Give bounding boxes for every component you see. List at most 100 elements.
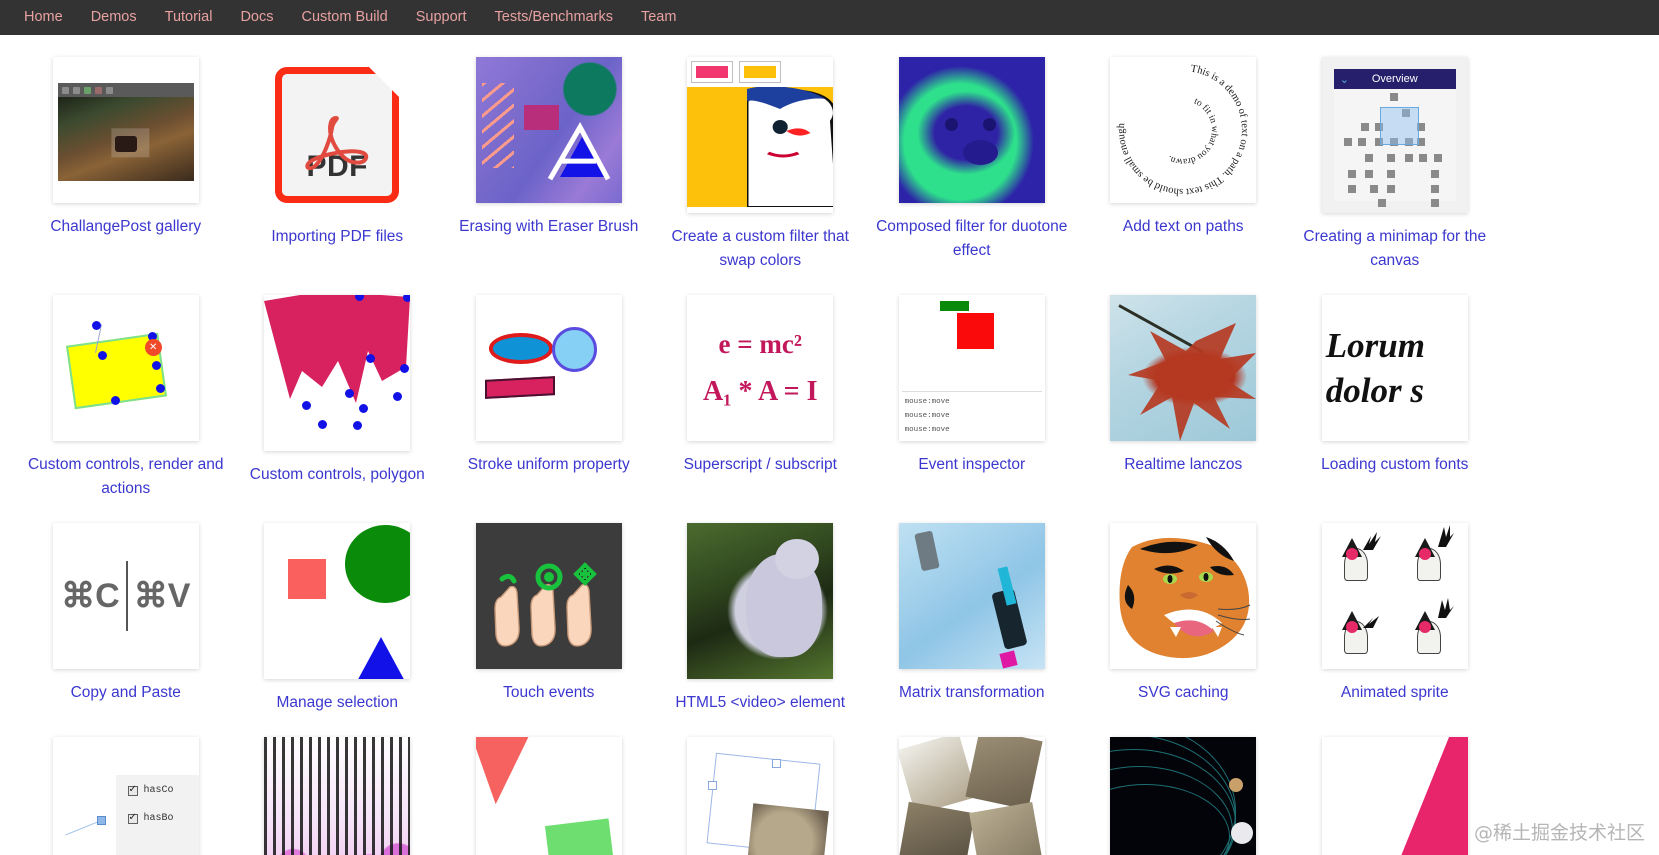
gallery-row: hasCo hasBo: [20, 715, 1639, 855]
demo-card-svg-caching[interactable]: SVG caching: [1078, 501, 1290, 705]
thumbnail-matrix-transformation: [898, 523, 1045, 670]
demo-card-video-frame-controls[interactable]: [655, 715, 867, 855]
svg-text:to fit in what you drawn.: to fit in what you drawn.: [1167, 97, 1220, 167]
toolbar-dot-icon: [105, 86, 113, 94]
demo-card-erasing-with-eraser-brush[interactable]: Erasing with Eraser Brush: [443, 35, 655, 239]
demo-card-composed-filter-duotone[interactable]: Composed filter for duotone effect: [866, 35, 1078, 263]
color-swatch-yellow[interactable]: [739, 61, 782, 83]
checkbox-row[interactable]: hasBo: [127, 812, 199, 825]
demo-card-challangepost-gallery[interactable]: ChallangePost gallery: [20, 35, 232, 239]
nav-item-custom-build[interactable]: Custom Build: [287, 0, 401, 35]
nav-item-demos[interactable]: Demos: [77, 0, 151, 35]
dragon-image: [1110, 295, 1257, 442]
green-rect-object: [939, 300, 969, 312]
copy-shortcut-label: ⌘C: [61, 577, 120, 616]
demo-card-space-orbits[interactable]: [1078, 715, 1290, 855]
polygon-handle[interactable]: [344, 388, 354, 398]
red-rect-object: [957, 312, 994, 350]
demo-card-touch-events[interactable]: Touch events: [443, 501, 655, 705]
browser-frame-art: [52, 57, 199, 203]
polygon-handle[interactable]: [392, 391, 402, 401]
demo-card-manage-selection[interactable]: Manage selection: [232, 501, 444, 715]
light-blue-circle-shape: [551, 327, 597, 373]
nav-item-docs[interactable]: Docs: [226, 0, 287, 35]
toolbar-dot-icon: [72, 86, 80, 94]
sprite-sheet-art: [1321, 523, 1468, 670]
demo-card-creating-minimap[interactable]: ⌄ Overview Creating a minimap for the ca…: [1289, 35, 1501, 273]
demo-card-html5-video-element[interactable]: HTML5 <video> element: [655, 501, 867, 715]
gallery-row: ⌘C ⌘V Copy and Paste Manage selection To…: [20, 501, 1639, 715]
event-inspector-art: mouse:move mouse:move mouse:move: [898, 295, 1045, 442]
swatch-fill: [696, 66, 729, 78]
thumbnail-custom-controls-rect: ✕: [52, 295, 199, 442]
control-handle[interactable]: [707, 780, 717, 790]
checkbox-label: hasBo: [143, 813, 174, 825]
demo-card-add-text-on-paths[interactable]: This is a demo of text on a path. This t…: [1078, 35, 1290, 239]
demo-card-importing-pdf-files[interactable]: PDF Importing PDF files: [232, 35, 444, 249]
photo-area: [57, 97, 194, 181]
thumbnail-duotone-pug: [898, 57, 1045, 203]
demo-card-superscript-subscript[interactable]: e = mc² A₁ * A = I Superscript / subscri…: [655, 273, 867, 477]
event-log-line: mouse:move: [904, 411, 950, 420]
control-handle[interactable]: [152, 360, 162, 370]
dragon-wings: [1128, 323, 1257, 442]
nav-item-tutorial[interactable]: Tutorial: [151, 0, 227, 35]
demo-caption: Creating a minimap for the canvas: [1303, 228, 1487, 270]
control-handle[interactable]: [111, 395, 121, 405]
checkbox-icon[interactable]: [127, 812, 138, 824]
demo-card-matrix-transformation[interactable]: Matrix transformation: [866, 501, 1078, 705]
demo-card-pink-slash[interactable]: [1289, 715, 1501, 855]
chevron-down-icon[interactable]: ⌄: [1340, 73, 1349, 86]
demo-caption: Custom controls, render and actions: [27, 456, 224, 498]
polygon-handle[interactable]: [400, 363, 410, 373]
demo-card-loading-custom-fonts[interactable]: Lorum dolor s Loading custom fonts: [1289, 273, 1501, 477]
demo-card-red-green-shapes[interactable]: [443, 715, 655, 855]
nav-item-home[interactable]: Home: [10, 0, 77, 35]
minimap-title-label: Overview: [1371, 73, 1418, 85]
demo-card-custom-controls-render-actions[interactable]: ✕ Custom controls, render and actions: [20, 273, 232, 501]
manage-selection-art: [264, 523, 411, 680]
red-shape: [475, 737, 532, 805]
toolbar-dot-icon: [61, 86, 69, 94]
thumbnail-property-checkboxes: hasCo hasBo: [52, 737, 199, 855]
swatch-fill: [744, 66, 777, 78]
nav-item-team[interactable]: Team: [627, 0, 690, 35]
white-brush-stroke: [547, 122, 611, 181]
thumbnail-pug-cross-tiles: [898, 737, 1045, 855]
demo-card-event-inspector[interactable]: mouse:move mouse:move mouse:move Event i…: [866, 273, 1078, 477]
thumbnail-minimap: ⌄ Overview: [1321, 57, 1468, 213]
demo-card-copy-and-paste[interactable]: ⌘C ⌘V Copy and Paste: [20, 501, 232, 705]
demo-card-realtime-lanczos[interactable]: Realtime lanczos: [1078, 273, 1290, 477]
control-handle[interactable]: [98, 350, 107, 360]
green-shape: [544, 818, 618, 855]
demo-card-create-custom-filter-swap-colors[interactable]: Create a custom filter that swap colors: [655, 35, 867, 273]
demo-card-pug-cross-tiles[interactable]: [866, 715, 1078, 855]
thumbnail-touch-events: [475, 523, 622, 670]
pink-bar-shape: [484, 376, 555, 400]
duotone-pug-image: [898, 57, 1045, 203]
font-sample-line-2: dolor s: [1325, 371, 1424, 411]
thumbnail-eraser-artwork: [475, 57, 622, 203]
pdf-document-icon: PDF: [275, 67, 400, 203]
demo-card-wave-visualizer[interactable]: [232, 715, 444, 855]
checkbox-row[interactable]: hasCo: [127, 784, 199, 796]
demo-card-property-checkboxes[interactable]: hasCo hasBo: [20, 715, 232, 855]
demo-card-stroke-uniform-property[interactable]: Stroke uniform property: [443, 273, 655, 477]
nav-item-support[interactable]: Support: [402, 0, 481, 35]
pug-eye: [983, 118, 997, 132]
delete-control-icon[interactable]: ✕: [144, 338, 162, 356]
thumbnail-svg-tiger: [1110, 523, 1257, 670]
demo-caption: Animated sprite: [1340, 684, 1449, 702]
thumbnail-video-element: [687, 523, 834, 680]
demo-caption: Realtime lanczos: [1124, 456, 1243, 474]
video-frame-art: [687, 523, 834, 680]
formula-art: e = mc² A₁ * A = I: [687, 295, 834, 442]
text-on-path-art: This is a demo of text on a path. This t…: [1110, 57, 1257, 203]
minimap-viewport-rect[interactable]: [1380, 106, 1420, 145]
control-handle[interactable]: [771, 758, 781, 768]
nav-item-tests-benchmarks[interactable]: Tests/Benchmarks: [481, 0, 627, 35]
demo-card-animated-sprite[interactable]: Animated sprite: [1289, 501, 1501, 705]
checkbox-icon[interactable]: [127, 784, 138, 796]
color-swatch-pink[interactable]: [691, 61, 734, 83]
demo-card-custom-controls-polygon[interactable]: Custom controls, polygon: [232, 273, 444, 487]
